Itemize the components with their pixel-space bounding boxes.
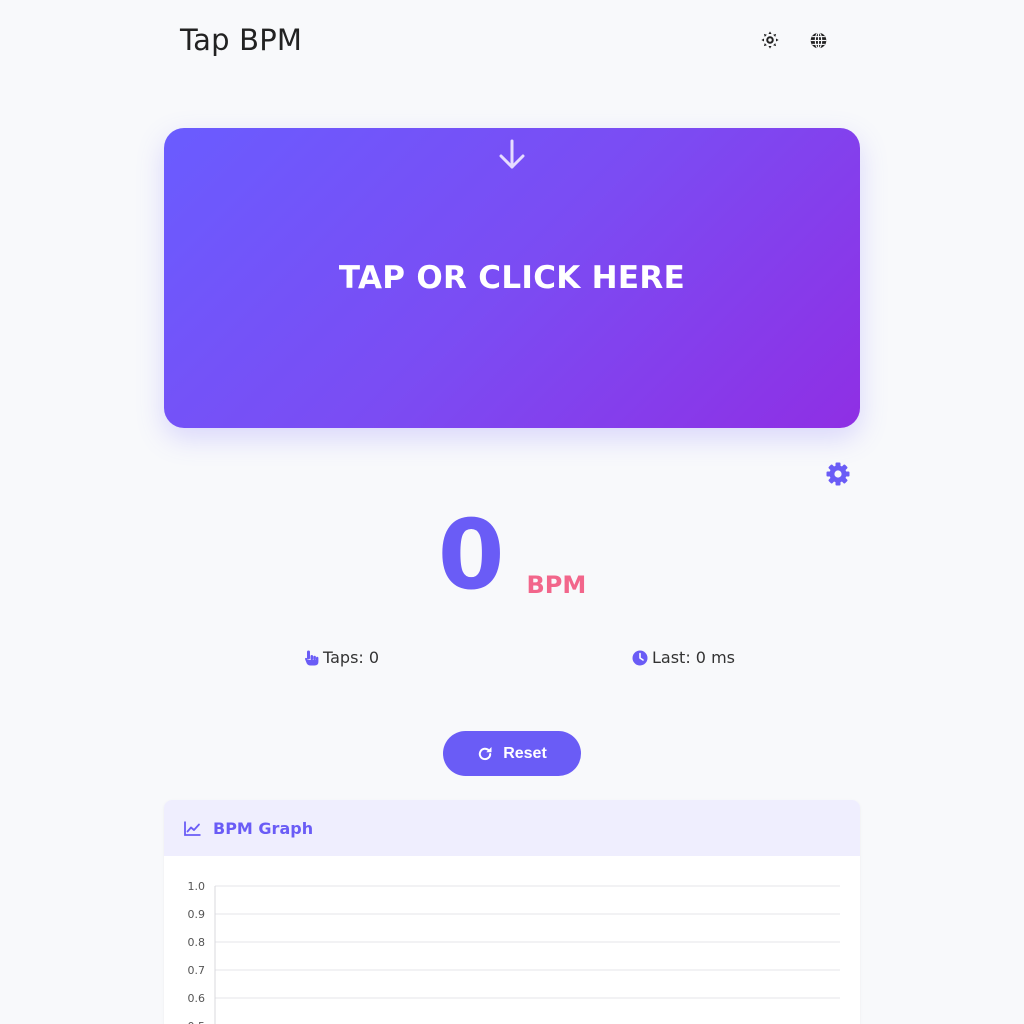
reset-button[interactable]: Reset xyxy=(443,731,581,776)
bpm-chart: 1.0 0.9 0.8 0.7 0.6 0.5 xyxy=(188,880,840,1024)
globe-icon xyxy=(810,31,826,49)
header: Tap BPM xyxy=(180,18,844,62)
page: Tap BPM TAP OR CLICK HERE 0 BPM Taps: 0 … xyxy=(0,0,1024,1024)
line-chart-icon xyxy=(184,821,201,836)
settings-button[interactable] xyxy=(826,462,850,486)
last-text: Last: 0 ms xyxy=(652,648,735,667)
y-tick-label: 0.9 xyxy=(188,908,206,921)
graph-card: BPM Graph 1.0 0.9 0.8 0.7 0.6 0.5 xyxy=(164,800,860,1024)
hand-pointer-icon xyxy=(305,650,319,665)
stats-row: Taps: 0 Last: 0 ms xyxy=(0,648,1024,670)
taps-text: Taps: 0 xyxy=(323,648,380,667)
bpm-value: 0 xyxy=(437,499,505,611)
arrow-down-icon xyxy=(499,139,525,169)
language-button[interactable] xyxy=(808,30,828,50)
theme-toggle-button[interactable] xyxy=(760,30,780,50)
y-tick-label: 0.6 xyxy=(188,992,206,1005)
reset-label: Reset xyxy=(503,744,547,762)
gear-icon xyxy=(826,462,850,486)
y-tick-label: 0.8 xyxy=(188,936,206,949)
graph-body: 1.0 0.9 0.8 0.7 0.6 0.5 xyxy=(164,856,860,1024)
graph-title: BPM Graph xyxy=(213,818,314,838)
y-tick-label: 0.7 xyxy=(188,964,206,977)
sun-icon xyxy=(761,31,779,49)
tap-area[interactable]: TAP OR CLICK HERE xyxy=(164,128,860,428)
last-stat: Last: 0 ms xyxy=(632,648,735,667)
y-tick-label: 0.5 xyxy=(188,1020,206,1024)
bpm-unit: BPM xyxy=(526,571,587,599)
y-tick-label: 1.0 xyxy=(188,880,206,893)
bpm-display: 0 BPM xyxy=(0,505,1024,605)
app-title: Tap BPM xyxy=(180,23,303,57)
graph-header: BPM Graph xyxy=(164,800,860,856)
clock-icon xyxy=(632,650,648,665)
taps-stat: Taps: 0 xyxy=(304,648,379,667)
refresh-icon xyxy=(479,746,492,760)
tap-label: TAP OR CLICK HERE xyxy=(338,260,686,296)
header-icons xyxy=(760,30,828,50)
